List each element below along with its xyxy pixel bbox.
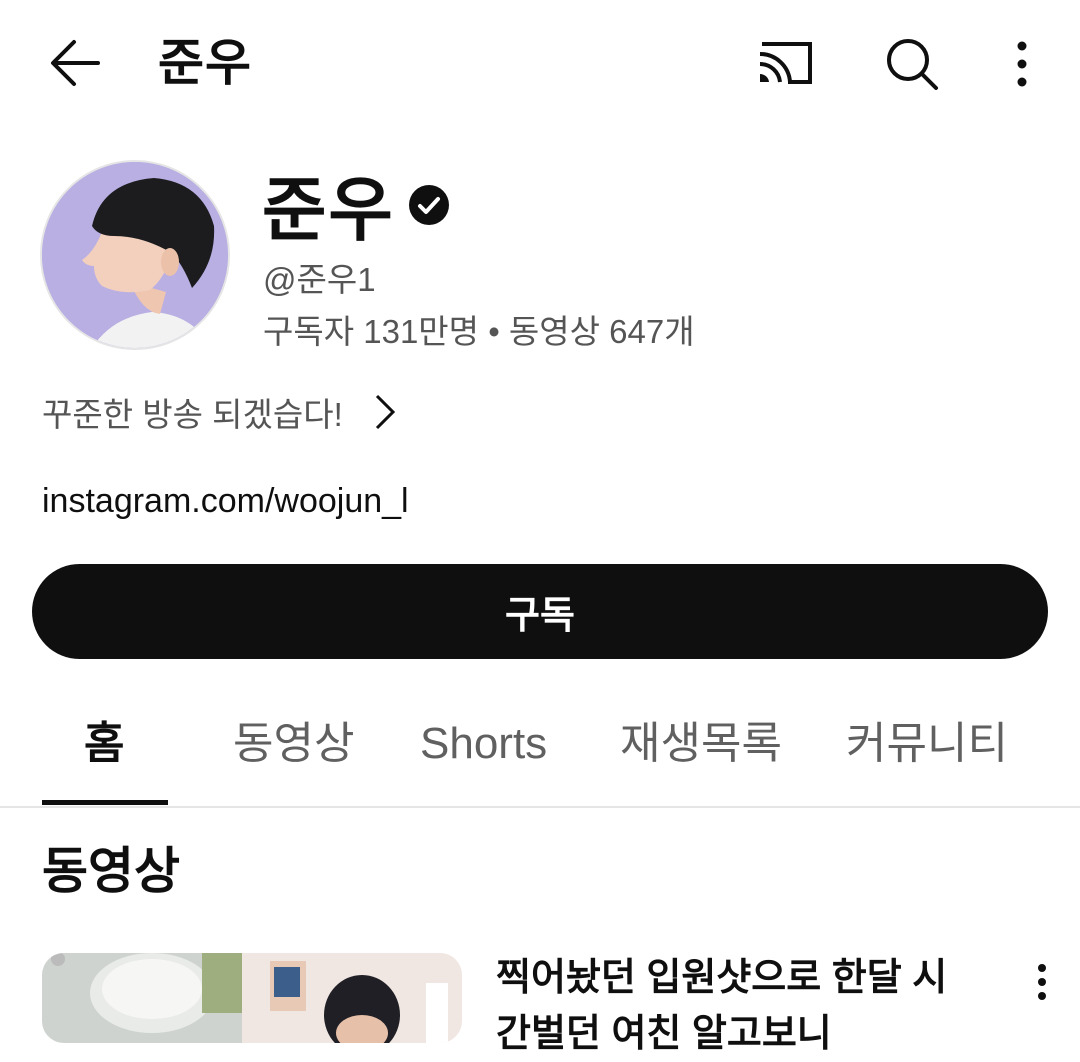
video-title[interactable]: 찍어놨던 입원샷으로 한달 시간벌던 여친 알고보니: [496, 950, 956, 1062]
channel-stats: 구독자 131만명 • 동영상 647개: [263, 313, 695, 350]
channel-link[interactable]: instagram.com/woojun_l: [42, 478, 409, 524]
tab-videos[interactable]: 동영상: [233, 714, 354, 774]
tab-home[interactable]: 홈: [84, 714, 124, 774]
description-text: 꾸준한 방송 되겠습다!: [42, 396, 343, 433]
channel-name: 준우: [262, 171, 395, 249]
tab-community[interactable]: 커뮤니티: [846, 714, 1008, 774]
tab-playlists[interactable]: 재생목록: [620, 714, 782, 774]
back-button[interactable]: [40, 30, 110, 96]
more-options-button[interactable]: [1004, 36, 1040, 92]
page-title: 준우: [158, 35, 252, 91]
active-tab-indicator: [42, 800, 168, 805]
cast-icon: [759, 42, 812, 84]
top-app-bar: 준우: [0, 0, 1080, 128]
avatar-image: [42, 162, 228, 348]
chevron-right-icon: [375, 394, 395, 430]
channel-avatar[interactable]: [40, 160, 230, 350]
tab-shorts[interactable]: Shorts: [420, 714, 547, 774]
search-button[interactable]: [884, 36, 940, 92]
channel-handle: @준우1: [263, 261, 376, 298]
video-thumbnail[interactable]: [42, 953, 462, 1043]
subscribe-button[interactable]: 구독: [32, 564, 1048, 659]
arrow-left-icon: [51, 40, 100, 86]
more-vertical-icon: [1038, 964, 1046, 1000]
channel-tabs: 홈 동영상 Shorts 재생목록 커뮤니티: [0, 700, 1080, 808]
channel-description[interactable]: 꾸준한 방송 되겠습다!: [42, 388, 397, 436]
video-more-button[interactable]: [1024, 958, 1060, 1018]
more-vertical-icon: [1017, 41, 1027, 87]
verified-badge-icon: [408, 184, 450, 226]
search-icon: [887, 39, 938, 90]
cast-button[interactable]: [752, 36, 818, 92]
section-title: 동영상: [42, 843, 180, 899]
